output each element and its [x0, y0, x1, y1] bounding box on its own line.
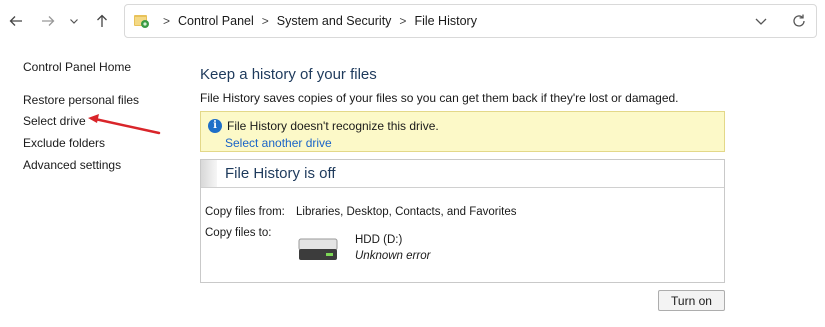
breadcrumb-separator: >: [399, 14, 407, 28]
status-header: File History is off: [201, 160, 724, 188]
control-panel-home-link[interactable]: Control Panel Home: [23, 60, 131, 74]
breadcrumb-separator: >: [261, 14, 269, 28]
drive-name: HDD (D:): [355, 234, 403, 246]
recent-locations-button[interactable]: [64, 11, 84, 31]
copy-from-label: Copy files from:: [205, 206, 285, 218]
drive-status: Unknown error: [355, 250, 431, 262]
select-another-drive-link[interactable]: Select another drive: [225, 136, 332, 150]
up-button[interactable]: [92, 11, 112, 31]
page-title: Keep a history of your files: [200, 66, 377, 83]
turn-on-button[interactable]: Turn on: [658, 290, 725, 311]
status-header-accent: [201, 160, 217, 187]
copy-to-label: Copy files to:: [205, 227, 272, 239]
address-dropdown-icon[interactable]: [753, 13, 769, 29]
breadcrumb-control-panel[interactable]: Control Panel: [178, 14, 254, 28]
warning-text: File History doesn't recognize this driv…: [227, 119, 439, 133]
chevron-down-icon: [70, 19, 78, 24]
control-panel-icon: [134, 15, 149, 28]
info-icon: i: [208, 119, 222, 133]
page-description: File History saves copies of your files …: [200, 91, 679, 105]
select-drive-link[interactable]: Select drive: [23, 114, 86, 128]
arrow-up-icon: [97, 14, 107, 27]
breadcrumb: > Control Panel > System and Security > …: [155, 5, 477, 37]
arrow-right-icon: [42, 16, 55, 26]
hard-drive-icon: [298, 238, 338, 260]
restore-personal-files-link[interactable]: Restore personal files: [23, 93, 139, 107]
copy-from-value: Libraries, Desktop, Contacts, and Favori…: [296, 206, 517, 218]
back-button[interactable]: [6, 11, 26, 31]
file-history-status-panel: File History is off Copy files from: Lib…: [200, 159, 725, 283]
breadcrumb-file-history[interactable]: File History: [414, 14, 477, 28]
exclude-folders-link[interactable]: Exclude folders: [23, 136, 105, 150]
warning-banner: i File History doesn't recognize this dr…: [200, 111, 725, 152]
breadcrumb-system-and-security[interactable]: System and Security: [277, 14, 392, 28]
breadcrumb-separator: >: [163, 14, 171, 28]
status-title: File History is off: [225, 165, 336, 182]
advanced-settings-link[interactable]: Advanced settings: [23, 158, 121, 172]
red-annotation-arrow: [88, 114, 161, 135]
address-bar[interactable]: > Control Panel > System and Security > …: [124, 4, 817, 38]
forward-button[interactable]: [38, 11, 58, 31]
refresh-icon[interactable]: [791, 13, 807, 29]
arrow-left-icon: [9, 16, 22, 26]
